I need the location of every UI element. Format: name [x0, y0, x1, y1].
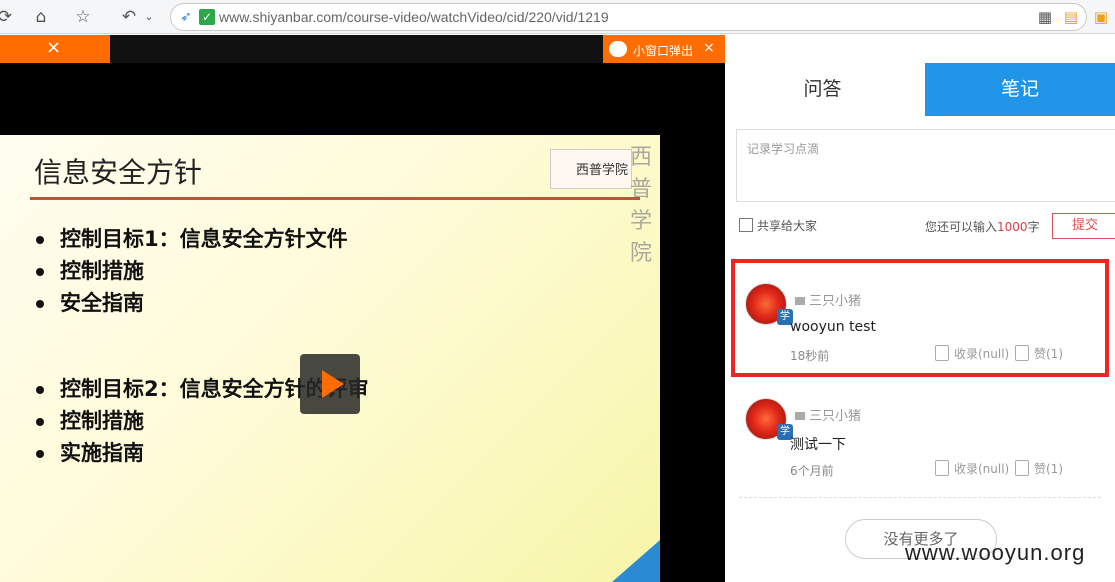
thumbs-up-icon	[1015, 345, 1029, 361]
reader-icon[interactable]: ▤	[1060, 6, 1082, 28]
like-button[interactable]: 赞(1)	[1015, 345, 1063, 362]
slide-logo-text: 西普学院	[576, 163, 629, 178]
extension-icon[interactable]: ▣	[1090, 6, 1112, 28]
secure-check-icon: ✓	[199, 9, 215, 25]
slide-corner-decoration	[612, 540, 660, 582]
popup-label: 小窗口弹出	[633, 44, 694, 58]
watermark: www.wooyun.org	[905, 540, 1086, 565]
video-player[interactable]: × 小窗口弹出 × 信息安全方针 西普学院 西普学院 控制目标1：信息安全方针文…	[0, 35, 725, 582]
video-tab[interactable]: ×	[0, 35, 110, 63]
username[interactable]: 三只小猪	[795, 290, 861, 309]
slide-bullet: 控制目标1：信息安全方针文件	[36, 223, 348, 253]
notes-panel: 问答 笔记 记录学习点滴 共享给大家 您还可以输入1000字 提交 学 三只小猪…	[725, 63, 1115, 582]
address-bar[interactable]: ➶ ✓ www.shiyanbar.com/course-video/watch…	[170, 3, 1087, 31]
slide-bullet: 控制措施	[36, 405, 144, 435]
bullet-icon	[36, 450, 44, 458]
close-icon[interactable]: ×	[703, 40, 715, 56]
slide-brand: 西普学院	[630, 145, 653, 266]
star-icon[interactable]: ☆	[72, 6, 94, 28]
note-input[interactable]: 记录学习点滴	[736, 129, 1115, 202]
clipboard-icon	[935, 460, 949, 476]
note-content: 测试一下	[790, 437, 846, 453]
favorite-button[interactable]: 收录(null)	[935, 460, 1009, 477]
share-toggle[interactable]: 共享给大家	[739, 217, 817, 234]
close-icon[interactable]: ×	[46, 37, 61, 58]
play-icon	[322, 370, 344, 398]
home-icon[interactable]: ⌂	[30, 6, 52, 28]
note-content: wooyun test	[790, 319, 876, 335]
char-count: 您还可以输入1000字	[925, 220, 1040, 234]
slide-divider	[30, 197, 640, 200]
username[interactable]: 三只小猪	[795, 405, 861, 424]
favorite-button[interactable]: 收录(null)	[935, 345, 1009, 362]
comment-icon	[795, 297, 805, 305]
video-topbar	[110, 35, 603, 63]
slide-bullet: 控制措施	[36, 255, 144, 285]
divider	[739, 497, 1101, 498]
tab-notes[interactable]: 笔记	[925, 63, 1115, 116]
bullet-icon	[36, 300, 44, 308]
note-item: 学 三只小猪 wooyun test 18秒前 收录(null) 赞(1)	[731, 259, 1109, 377]
chevron-down-icon[interactable]: ⌄	[138, 6, 160, 28]
url-text: www.shiyanbar.com/course-video/watchVide…	[219, 9, 609, 25]
thumbs-up-icon	[1015, 460, 1029, 476]
tab-qa[interactable]: 问答	[725, 63, 920, 116]
clipboard-icon	[935, 345, 949, 361]
note-time: 6个月前	[790, 464, 834, 478]
refresh-icon[interactable]: ⟳	[0, 6, 16, 28]
uc-logo-icon	[609, 41, 627, 57]
popup-window-button[interactable]: 小窗口弹出 ×	[603, 35, 725, 63]
browser-toolbar: ⟳ ⌂ ☆ ↶ ⌄ ➶ ✓ www.shiyanbar.com/course-v…	[0, 0, 1115, 34]
bullet-icon	[36, 418, 44, 426]
screen: ⟳ ⌂ ☆ ↶ ⌄ ➶ ✓ www.shiyanbar.com/course-v…	[0, 0, 1115, 582]
like-button[interactable]: 赞(1)	[1015, 460, 1063, 477]
bullet-icon	[36, 236, 44, 244]
note-item: 学 三只小猪 测试一下 6个月前 收录(null) 赞(1)	[735, 378, 1105, 488]
note-placeholder: 记录学习点滴	[747, 142, 820, 156]
edit-icon	[739, 218, 753, 232]
play-button[interactable]	[300, 354, 360, 414]
qr-code-icon[interactable]: ▦	[1034, 6, 1056, 28]
slide-title: 信息安全方针	[34, 156, 203, 189]
comment-icon	[795, 412, 805, 420]
bullet-icon	[36, 386, 44, 394]
rocket-icon: ➶	[180, 9, 192, 25]
undo-icon[interactable]: ↶	[118, 6, 140, 28]
submit-button[interactable]: 提交	[1052, 213, 1115, 239]
slide-bullet: 安全指南	[36, 287, 144, 317]
slide-bullet: 实施指南	[36, 437, 144, 467]
bullet-icon	[36, 268, 44, 276]
note-time: 18秒前	[790, 349, 830, 363]
